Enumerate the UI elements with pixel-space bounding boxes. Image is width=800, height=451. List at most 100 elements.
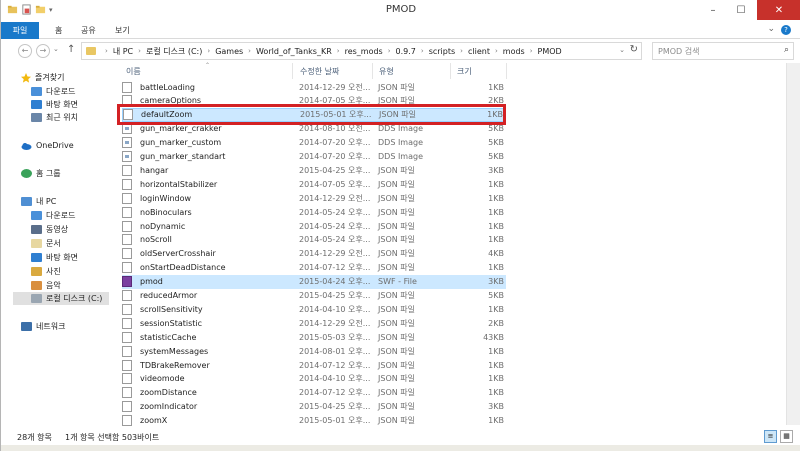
chevron-right-icon[interactable]: › [248,47,251,55]
refresh-button[interactable]: ↻ [630,44,638,55]
details-view-button[interactable]: ≡ [764,430,777,443]
chevron-right-icon[interactable]: › [207,47,210,55]
file-row[interactable]: pmod 2015-04-24 오후... SWF - File 3KB [122,274,506,289]
file-row[interactable]: zoomX 2015-05-01 오후... JSON 파일 1KB [122,414,506,428]
close-button[interactable]: ✕ [757,0,800,20]
breadcrumb-item[interactable]: 0.9.7 [396,47,416,56]
ribbon-expand-icon[interactable]: ⌄ [767,24,775,34]
column-divider[interactable] [292,63,293,79]
file-row[interactable]: zoomIndicator 2015-04-25 오후... JSON 파일 3KB [122,400,506,414]
file-row[interactable]: battleLoading 2014-12-29 오전... JSON 파일 1KB [122,80,506,94]
nav-item-recent-places[interactable]: 최근 위치 [31,111,78,124]
nav-item-pc-downloads[interactable]: 다운로드 [31,209,75,222]
nav-item-network[interactable]: 네트워크 [21,320,65,333]
json-file-icon [122,415,132,427]
file-row[interactable]: statisticCache 2015-05-03 오후... JSON 파일 43K… [122,330,506,344]
chevron-right-icon[interactable]: › [421,47,424,55]
nav-item-downloads[interactable]: 다운로드 [31,85,75,98]
file-row[interactable]: sessionStatistic 2014-12-29 오전... JSON 파일 2… [122,316,506,330]
column-divider[interactable] [372,63,373,79]
maximize-button[interactable]: ☐ [729,0,753,20]
breadcrumb-item[interactable]: 내 PC [113,46,133,57]
file-row[interactable]: gun_marker_custom 2014-07-20 오후... DDS Ima… [122,136,506,150]
nav-item-local-disk[interactable]: 로컬 디스크 (C:) [13,292,109,305]
file-row[interactable]: systemMessages 2014-08-01 오후... JSON 파일 1KB [122,344,506,358]
column-divider[interactable] [506,63,507,79]
file-date: 2015-04-25 오후... [299,402,371,412]
recent-places-icon [31,113,42,122]
address-field[interactable]: › 내 PC › 로컬 디스크 (C:) › Games › World_of_… [81,42,642,60]
file-size: 1KB [488,221,504,231]
file-row[interactable]: gun_marker_standart 2014-07-20 오후... DDS I… [122,150,506,164]
search-icon[interactable]: ⌕ [784,45,789,55]
file-row[interactable]: TDBrakeRemover 2014-07-12 오후... JSON 파일 1KB [122,358,506,372]
chevron-right-icon[interactable]: › [530,47,533,55]
large-icons-view-button[interactable]: ▦ [780,430,793,443]
breadcrumb-item[interactable]: 로컬 디스크 (C:) [146,46,202,57]
file-row[interactable]: noDynamic 2014-05-24 오후... JSON 파일 1KB [122,219,506,233]
address-dropdown-icon[interactable]: ⌄ [619,46,625,54]
nav-item-this-pc[interactable]: 내 PC [21,195,56,208]
file-name: oldServerCrosshair [140,249,216,259]
file-row[interactable]: noBinoculars 2014-05-24 오후... JSON 파일 1KB [122,205,506,219]
up-button[interactable]: ↑ [67,44,75,55]
chevron-right-icon[interactable]: › [138,47,141,55]
breadcrumb-item[interactable]: PMOD [538,47,562,56]
forward-button[interactable]: → [36,44,50,58]
tab-share[interactable]: 공유 [71,22,106,39]
breadcrumb-item[interactable]: res_mods [345,47,383,56]
file-row[interactable]: onStartDeadDistance 2014-07-12 오후... JSON … [122,261,506,275]
nav-item-onedrive[interactable]: OneDrive [21,139,74,152]
nav-label: 문서 [46,239,61,248]
recent-locations-icon[interactable]: ⌄ [53,45,59,53]
file-row[interactable]: reducedArmor 2015-04-25 오후... JSON 파일 5KB [122,289,506,303]
nav-item-documents[interactable]: 문서 [31,237,61,250]
breadcrumb-item[interactable]: mods [503,47,525,56]
column-header-name[interactable]: 이름 [126,66,141,77]
tab-file[interactable]: 파일 [1,22,39,39]
vertical-scrollbar[interactable] [786,63,800,425]
back-button[interactable]: ← [18,44,32,58]
tab-view[interactable]: 보기 [105,22,140,39]
nav-item-videos[interactable]: 동영상 [31,223,68,236]
breadcrumb-item[interactable]: client [468,47,490,56]
swf-file-icon [122,276,132,288]
json-file-icon [122,373,132,385]
file-size: 1KB [488,388,504,398]
file-row[interactable]: noScroll 2014-05-24 오후... JSON 파일 1KB [122,233,506,247]
file-row[interactable]: scrollSensitivity 2014-04-10 오후... JSON 파일… [122,302,506,316]
column-header-type[interactable]: 유형 [379,66,394,77]
file-row[interactable]: loginWindow 2014-12-29 오전... JSON 파일 1KB [122,191,506,205]
file-row[interactable]: horizontalStabilizer 2014-07-05 오후... JSON… [122,177,506,191]
column-header-date[interactable]: 수정한 날짜 [300,66,339,77]
chevron-right-icon[interactable]: › [388,47,391,55]
nav-item-music[interactable]: 음악 [31,279,61,292]
chevron-right-icon[interactable]: › [337,47,340,55]
chevron-right-icon[interactable]: › [105,47,108,55]
nav-item-pc-desktop[interactable]: 바탕 화면 [31,251,78,264]
search-input[interactable]: PMOD 검색 ⌕ [652,42,794,60]
chevron-right-icon[interactable]: › [495,47,498,55]
breadcrumb-item[interactable]: World_of_Tanks_KR [256,47,332,56]
column-header-size[interactable]: 크기 [457,66,472,77]
tab-home[interactable]: 홈 [45,22,72,39]
nav-item-desktop[interactable]: 바탕 화면 [31,98,78,111]
nav-item-favorites[interactable]: 즐겨찾기 [21,71,64,84]
file-size: 1KB [488,360,504,370]
nav-label: 동영상 [46,225,69,234]
minimize-button[interactable]: – [701,0,725,20]
column-divider[interactable] [450,63,451,79]
help-icon[interactable]: ? [781,25,791,35]
chevron-right-icon[interactable]: › [460,47,463,55]
nav-label: 다운로드 [46,87,76,96]
breadcrumb-item[interactable]: Games [215,47,243,56]
breadcrumb-item[interactable]: scripts [429,47,455,56]
nav-item-homegroup[interactable]: 홈 그룹 [21,167,61,180]
file-row[interactable]: oldServerCrosshair 2014-12-29 오전... JSON 파… [122,247,506,261]
nav-item-pictures[interactable]: 사진 [31,265,61,278]
file-row[interactable]: zoomDistance 2014-07-12 오후... JSON 파일 1KB [122,386,506,400]
file-row[interactable]: hangar 2015-04-25 오후... JSON 파일 3KB [122,163,506,177]
file-row[interactable]: videomode 2014-04-10 오후... JSON 파일 1KB [122,372,506,386]
nav-label: 바탕 화면 [46,253,78,262]
file-date: 2014-07-05 오후... [299,179,371,189]
